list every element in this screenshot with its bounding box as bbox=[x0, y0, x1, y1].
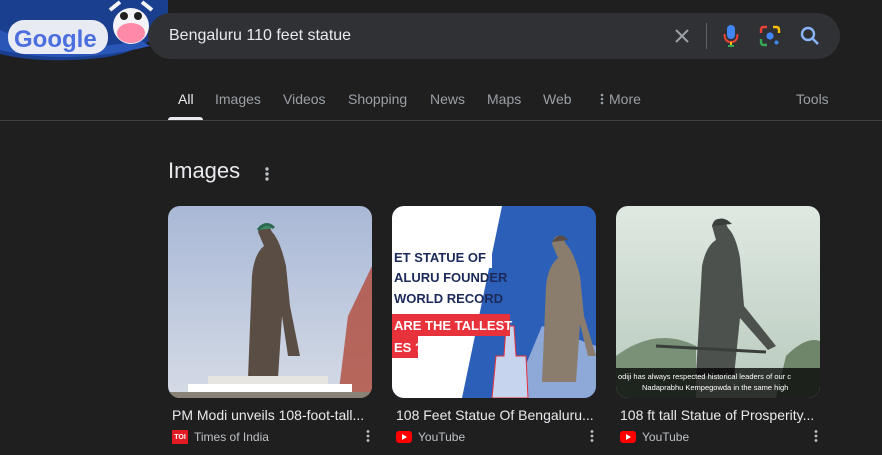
image-result-card[interactable]: ET STATUE OF ALURU FOUNDER WORLD RECORD … bbox=[392, 206, 596, 446]
image-thumbnail[interactable]: odiji has always respected historical le… bbox=[616, 206, 820, 398]
youtube-icon bbox=[620, 431, 636, 443]
tab-more-label: More bbox=[609, 91, 641, 107]
tab-images[interactable]: Images bbox=[215, 91, 261, 107]
search-divider bbox=[706, 23, 707, 49]
svg-text:ES ?: ES ? bbox=[394, 340, 423, 355]
more-vert-icon bbox=[600, 93, 604, 105]
search-icon[interactable] bbox=[798, 24, 822, 48]
svg-text:odiji has always respected his: odiji has always respected historical le… bbox=[618, 372, 791, 381]
svg-text:ET STATUE OF: ET STATUE OF bbox=[394, 250, 486, 265]
google-doodle-logo[interactable]: Google bbox=[0, 0, 168, 62]
more-vert-icon[interactable] bbox=[364, 429, 372, 443]
image-source[interactable]: TOI Times of India bbox=[172, 429, 269, 445]
tab-shopping[interactable]: Shopping bbox=[348, 91, 407, 107]
header-divider bbox=[0, 120, 882, 121]
search-tabs: All Images Videos Shopping News Maps Web… bbox=[168, 80, 858, 120]
tab-videos[interactable]: Videos bbox=[283, 91, 326, 107]
image-result-title[interactable]: 108 ft tall Statue of Prosperity... bbox=[620, 407, 820, 423]
search-input[interactable]: Bengaluru 110 feet statue bbox=[169, 27, 351, 45]
mic-icon[interactable] bbox=[719, 24, 743, 48]
more-vert-icon[interactable] bbox=[812, 429, 820, 443]
svg-text:ARE THE TALLEST: ARE THE TALLEST bbox=[394, 318, 512, 333]
tab-news[interactable]: News bbox=[430, 91, 465, 107]
tab-web[interactable]: Web bbox=[543, 91, 572, 107]
search-bar[interactable]: Bengaluru 110 feet statue bbox=[148, 13, 840, 59]
image-thumbnail[interactable]: ET STATUE OF ALURU FOUNDER WORLD RECORD … bbox=[392, 206, 596, 398]
tab-maps[interactable]: Maps bbox=[487, 91, 521, 107]
image-source[interactable]: YouTube bbox=[620, 429, 689, 445]
source-name: YouTube bbox=[642, 430, 690, 444]
image-result-title[interactable]: 108 Feet Statue Of Bengaluru... bbox=[396, 407, 596, 423]
tab-all[interactable]: All bbox=[178, 91, 194, 107]
source-name: Times of India bbox=[194, 430, 269, 444]
image-thumbnail[interactable] bbox=[168, 206, 372, 398]
more-vert-icon[interactable] bbox=[261, 164, 273, 184]
svg-text:ALURU FOUNDER: ALURU FOUNDER bbox=[394, 270, 508, 285]
more-vert-icon[interactable] bbox=[588, 429, 596, 443]
source-name: YouTube bbox=[418, 430, 466, 444]
image-source[interactable]: YouTube bbox=[396, 429, 465, 445]
toi-favicon-icon: TOI bbox=[172, 430, 188, 444]
tools-button[interactable]: Tools bbox=[796, 91, 829, 107]
svg-text:WORLD RECORD: WORLD RECORD bbox=[394, 291, 503, 306]
search-results-page: Google Bengaluru 110 feet statue All Ima… bbox=[0, 0, 882, 455]
image-result-card[interactable]: odiji has always respected historical le… bbox=[616, 206, 820, 446]
lens-icon[interactable] bbox=[758, 24, 782, 48]
svg-text:Google: Google bbox=[14, 26, 97, 53]
tab-more[interactable]: More bbox=[600, 91, 641, 107]
image-result-card[interactable]: PM Modi unveils 108-foot-tall... TOI Tim… bbox=[168, 206, 372, 446]
image-result-title[interactable]: PM Modi unveils 108-foot-tall... bbox=[172, 407, 372, 423]
youtube-icon bbox=[396, 431, 412, 443]
close-icon[interactable] bbox=[670, 24, 694, 48]
images-section-title: Images bbox=[168, 158, 241, 183]
svg-text:Nadaprabhu Kempegowda in the s: Nadaprabhu Kempegowda in the same high bbox=[642, 383, 788, 392]
